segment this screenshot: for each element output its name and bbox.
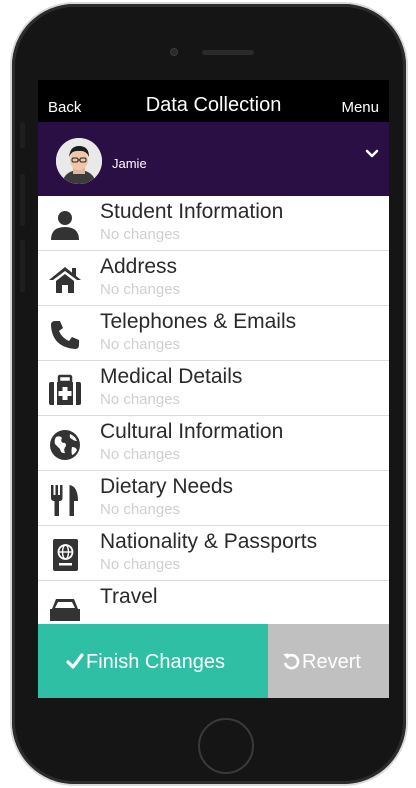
undo-icon (282, 651, 300, 676)
section-list: Student Information No changes Address N… (38, 196, 389, 624)
list-item-telephones-emails[interactable]: Telephones & Emails No changes (38, 306, 389, 361)
list-item-label: Student Information (100, 200, 284, 223)
menu-button[interactable]: Menu (341, 99, 379, 116)
list-item-cultural-information[interactable]: Cultural Information No changes (38, 416, 389, 471)
navigation-bar: Back Data Collection Menu (38, 80, 389, 122)
list-item-label: Nationality & Passports (100, 530, 318, 553)
list-item-label: Cultural Information (100, 420, 284, 443)
list-item-address[interactable]: Address No changes (38, 251, 389, 306)
list-item-status: No changes (100, 446, 181, 463)
revert-button[interactable]: Revert (268, 624, 389, 698)
list-item-student-information[interactable]: Student Information No changes (38, 196, 389, 251)
medical-kit-icon (48, 373, 82, 407)
earpiece-speaker (202, 50, 254, 55)
mute-switch (20, 122, 25, 148)
list-item-medical-details[interactable]: Medical Details No changes (38, 361, 389, 416)
avatar (56, 138, 102, 184)
passport-icon (48, 538, 82, 572)
list-item-status: No changes (100, 501, 181, 518)
finish-changes-button[interactable]: Finish Changes (38, 624, 268, 698)
chevron-down-icon[interactable] (365, 146, 379, 164)
finish-changes-label: Finish Changes (86, 651, 225, 673)
list-item-label: Medical Details (100, 365, 243, 388)
volume-up-button (20, 174, 25, 226)
front-camera (170, 48, 178, 56)
list-item-label: Travel (100, 585, 158, 608)
car-icon (48, 593, 82, 624)
volume-down-button (20, 240, 25, 292)
app-screen: Back Data Collection Menu Jamie Student … (38, 80, 389, 698)
list-item-label: Telephones & Emails (100, 310, 297, 333)
list-item-label: Dietary Needs (100, 475, 234, 498)
user-selector[interactable]: Jamie (38, 122, 389, 196)
action-footer: Finish Changes Revert (38, 624, 389, 698)
checkmark-icon (66, 651, 84, 676)
list-item-status: No changes (100, 226, 181, 243)
user-icon (48, 208, 82, 242)
list-item-status: No changes (100, 336, 181, 353)
globe-icon (48, 428, 82, 462)
list-item-status: No changes (100, 391, 181, 408)
cutlery-icon (48, 483, 82, 517)
page-title: Data Collection (145, 94, 282, 116)
list-item-status: No changes (100, 556, 181, 573)
home-icon (48, 263, 82, 297)
home-button[interactable] (198, 718, 254, 774)
list-item-status: No changes (100, 281, 181, 298)
phone-icon (48, 318, 82, 352)
list-item-label: Address (100, 255, 178, 278)
revert-label: Revert (302, 651, 361, 673)
list-item-dietary-needs[interactable]: Dietary Needs No changes (38, 471, 389, 526)
user-name: Jamie (112, 156, 147, 171)
list-item-travel[interactable]: Travel (38, 581, 389, 624)
list-item-nationality-passports[interactable]: Nationality & Passports No changes (38, 526, 389, 581)
